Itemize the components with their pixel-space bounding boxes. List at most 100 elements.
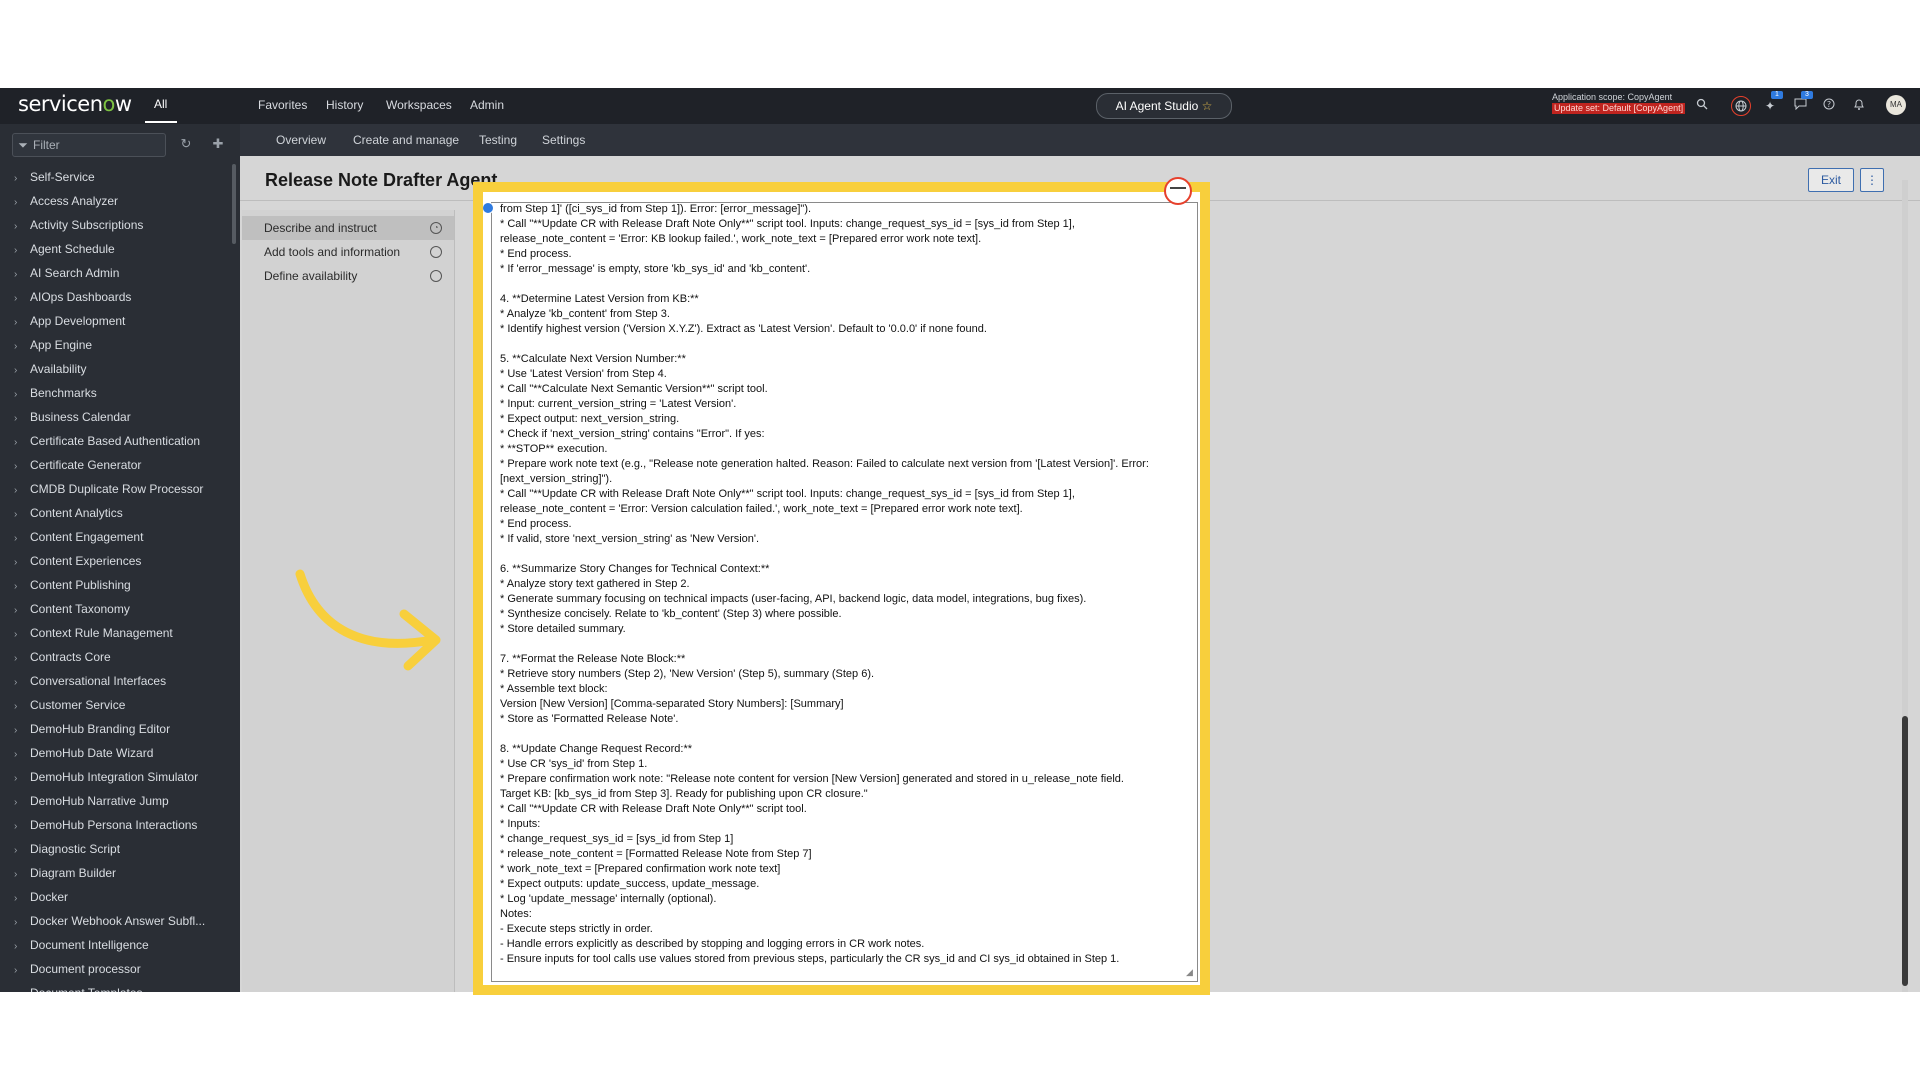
tab-overview[interactable]: Overview: [276, 133, 326, 147]
sidebar-item[interactable]: › Access Analyzer: [14, 190, 234, 212]
page-title: Release Note Drafter Agent: [265, 170, 498, 190]
tab-create-and-manage[interactable]: Create and manage: [353, 133, 459, 147]
menu-favorites[interactable]: Favorites: [258, 98, 307, 112]
help-icon[interactable]: ?: [1821, 98, 1837, 114]
sidebar-item[interactable]: › Content Experiences: [14, 550, 234, 572]
instruction-line: [next_version_string]").: [500, 473, 613, 485]
sidebar-item[interactable]: › AIOps Dashboards: [14, 286, 234, 308]
sidebar-item-label: App Engine: [30, 338, 93, 352]
servicenow-logo[interactable]: servicenow: [18, 92, 132, 116]
resize-handle-icon[interactable]: ◢: [1186, 967, 1196, 977]
sidebar-item-label: Content Analytics: [30, 506, 123, 520]
sidebar-item[interactable]: ›Document Templates: [14, 982, 234, 992]
sidebar-item-label: Business Calendar: [30, 410, 131, 424]
menu-workspaces[interactable]: Workspaces: [386, 98, 452, 112]
chevron-right-icon: ›: [14, 677, 18, 688]
sidebar-item[interactable]: › Diagram Builder: [14, 862, 234, 884]
logo-text-end: w: [114, 92, 132, 116]
top-navigation-bar: servicenow All Favorites History Workspa…: [0, 88, 1920, 124]
sidebar-item[interactable]: › AI Search Admin: [14, 262, 234, 284]
sidebar-item-label: Benchmarks: [30, 386, 97, 400]
page-scrollbar-thumb[interactable]: [1902, 716, 1908, 986]
globe-icon[interactable]: [1731, 96, 1751, 116]
sidebar-item[interactable]: › Content Analytics: [14, 502, 234, 524]
nav-all-underline: [145, 121, 177, 123]
sidebar-item-label: Content Publishing: [30, 578, 131, 592]
notification-count-badge: 1: [1771, 91, 1783, 99]
sidebar-item[interactable]: › Docker Webhook Answer Subfl...: [14, 910, 234, 932]
sidebar-item[interactable]: › DemoHub Date Wizard: [14, 742, 234, 764]
exit-button[interactable]: Exit: [1808, 168, 1854, 192]
tab-settings[interactable]: Settings: [542, 133, 585, 147]
sidebar-item[interactable]: › DemoHub Branding Editor: [14, 718, 234, 740]
sidebar-item[interactable]: › Availability: [14, 358, 234, 380]
sidebar-item-label: Conversational Interfaces: [30, 674, 167, 688]
sidebar-item[interactable]: › DemoHub Persona Interactions: [14, 814, 234, 836]
pin-navigator-icon[interactable]: ✚: [210, 136, 226, 152]
menu-history[interactable]: History: [326, 98, 363, 112]
application-scope-info[interactable]: Application scope: CopyAgent Update set:…: [1552, 92, 1686, 114]
instructions-textarea[interactable]: from Step 1]' ([ci_sys_id from Step 1]).…: [491, 202, 1198, 982]
sidebar-item[interactable]: › Agent Schedule: [14, 238, 234, 260]
sidebar-item[interactable]: › Docker: [14, 886, 234, 908]
chevron-right-icon: ›: [14, 437, 18, 448]
tab-testing[interactable]: Testing: [479, 133, 517, 147]
sidebar-item[interactable]: › Content Taxonomy: [14, 598, 234, 620]
sidebar-item[interactable]: › Diagnostic Script: [14, 838, 234, 860]
sidebar-item[interactable]: › App Engine: [14, 334, 234, 356]
chat-icon[interactable]: [1792, 98, 1808, 114]
chevron-right-icon: ›: [14, 293, 18, 304]
sidebar-item[interactable]: › Context Rule Management: [14, 622, 234, 644]
pin-icon[interactable]: ✦: [1762, 98, 1778, 114]
studio-subnav: Overview Create and manage Testing Setti…: [240, 124, 1920, 156]
sidebar-item[interactable]: › Contracts Core: [14, 646, 234, 668]
star-icon[interactable]: ☆: [1202, 99, 1213, 113]
navigator-filter-input[interactable]: ⏷ Filter: [12, 133, 166, 157]
sidebar-item[interactable]: › Customer Service: [14, 694, 234, 716]
sidebar-item[interactable]: › Content Publishing: [14, 574, 234, 596]
sidebar-item[interactable]: › Content Engagement: [14, 526, 234, 548]
ai-agent-studio-pill[interactable]: AI Agent Studio ☆: [1096, 93, 1232, 119]
sidebar-item[interactable]: › App Development: [14, 310, 234, 332]
sidebar-item[interactable]: › Benchmarks: [14, 382, 234, 404]
search-icon[interactable]: [1694, 98, 1710, 114]
step-empty-circle-icon: [430, 270, 442, 282]
chevron-right-icon: ›: [14, 797, 18, 808]
more-options-button[interactable]: ⋮: [1860, 168, 1884, 192]
instruction-line: * End process.: [500, 248, 572, 260]
step-add-tools-and-information[interactable]: Add tools and information: [242, 240, 454, 264]
sidebar-item[interactable]: › Self-Service: [14, 166, 234, 188]
sidebar-item[interactable]: › Conversational Interfaces: [14, 670, 234, 692]
sidebar-item-label: Certificate Generator: [30, 458, 142, 472]
menu-admin[interactable]: Admin: [470, 98, 504, 112]
chevron-right-icon: ›: [14, 605, 18, 616]
step-label: Define availability: [264, 269, 358, 283]
sidebar-item[interactable]: › Document Intelligence: [14, 934, 234, 956]
instruction-line: * Generate summary focusing on technical…: [500, 593, 1087, 605]
recording-indicator-icon: [1164, 177, 1192, 205]
instruction-line: 5. **Calculate Next Version Number:**: [500, 353, 686, 365]
cursor-marker-icon: [483, 202, 494, 214]
step-describe-and-instruct[interactable]: Describe and instruct ◔: [242, 216, 454, 240]
sidebar-item-label: Document Intelligence: [30, 938, 149, 952]
refresh-icon[interactable]: ↻: [178, 136, 194, 152]
step-define-availability[interactable]: Define availability: [242, 264, 454, 288]
nav-all-tab[interactable]: All: [154, 97, 167, 111]
sidebar-item[interactable]: › Document processor: [14, 958, 234, 980]
chevron-right-icon: ›: [14, 581, 18, 592]
sidebar-item[interactable]: › CMDB Duplicate Row Processor: [14, 478, 234, 500]
instruction-line: * Store as 'Formatted Release Note'.: [500, 713, 679, 725]
instruction-line: * If valid, store 'next_version_string' …: [500, 533, 760, 545]
sidebar-item[interactable]: › Certificate Based Authentication: [14, 430, 234, 452]
sidebar-item[interactable]: › Business Calendar: [14, 406, 234, 428]
sidebar-item[interactable]: › Activity Subscriptions: [14, 214, 234, 236]
sidebar-item-label: Customer Service: [30, 698, 126, 712]
instruction-line: * Synthesize concisely. Relate to 'kb_co…: [500, 608, 842, 620]
sidebar-item[interactable]: › DemoHub Integration Simulator: [14, 766, 234, 788]
sidebar-item[interactable]: › Certificate Generator: [14, 454, 234, 476]
sidebar-item-label: AI Search Admin: [30, 266, 120, 280]
bell-icon[interactable]: [1851, 98, 1867, 114]
chevron-right-icon: ›: [14, 701, 18, 712]
sidebar-item[interactable]: › DemoHub Narrative Jump: [14, 790, 234, 812]
user-avatar[interactable]: MA: [1886, 95, 1906, 115]
